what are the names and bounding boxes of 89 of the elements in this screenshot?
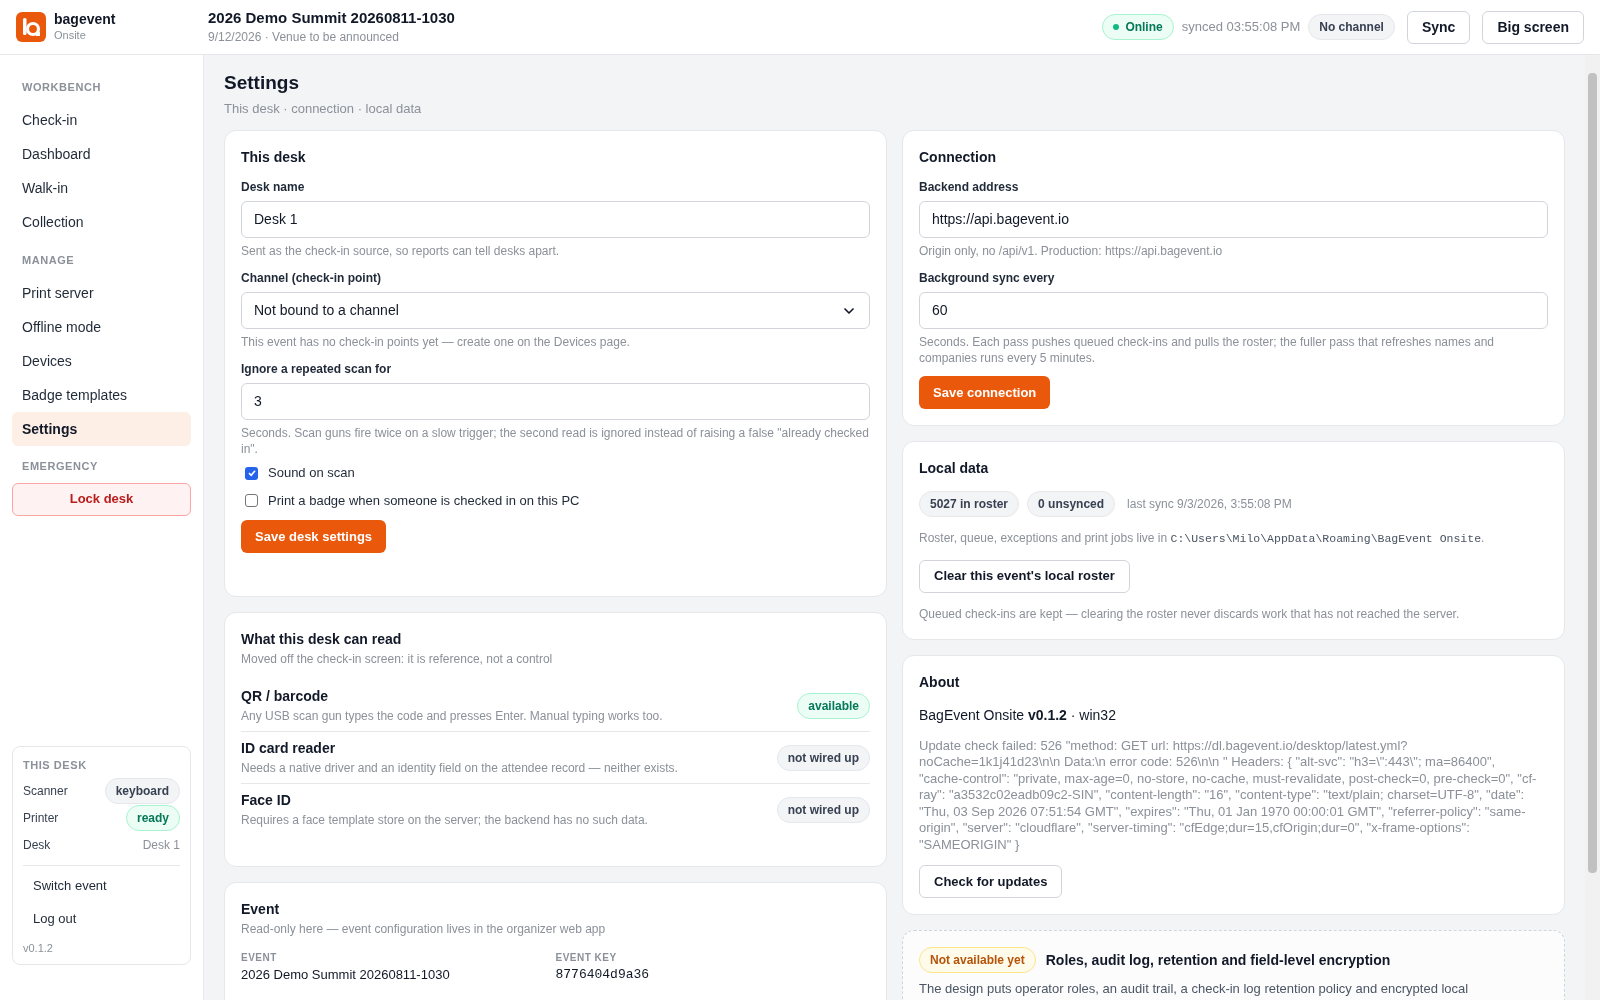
card-title: About — [919, 672, 961, 692]
text-field[interactable]: https://api.bagevent.io — [919, 201, 1548, 239]
logo-icon — [16, 12, 46, 42]
sidebar-item[interactable]: Settings — [12, 412, 191, 446]
checkbox-label: Sound on scan — [268, 464, 355, 483]
card-title: What this desk can read — [241, 630, 403, 650]
checkbox[interactable] — [245, 466, 258, 480]
field-hint: Seconds. Scan guns fire twice on a slow trigger; the second read is ignored instead of raising a false "already checked in". — [241, 425, 870, 458]
sidebar-item[interactable]: Badge templates — [12, 378, 191, 412]
status-badge: available — [797, 692, 870, 719]
field-label: Background sync every — [919, 270, 1056, 288]
update-error: Update check failed: 526 "method: GET url: https://dl.bagevent.io/desktop/latest.yml?noCache=1k1j41d23\n\n Data:\n error code: 526\n\n " Headers: { "alt-svc": "h3=\":443\"; ma=86400", "cache-control": "private, max-age=0, no-store, no-cache, must-revalidate, post-check=0, pre-check=0", "cf-ray": "a3532c02eadb09c2-SIN", "content-length": "16", "content-type": "text/plain; charset=UTF-8", "date": "Thu, 03 Sep 2026 07:51:54 GMT", "expires": "Thu, 01 Jan 1970 00:00:01 GMT", "referrer-policy": "same-origin", "server": "cloudflare", "server-timing": "cfEdge;dur=15,cfOrigin;dur=0", "x-frame-options": "SAMEORIGIN" } — [919, 737, 1538, 853]
save-connection-button[interactable]: Save connection — [919, 376, 1051, 410]
sync-time: synced 03:55:08 PM — [1181, 18, 1301, 37]
save-desk-button[interactable]: Save desk settings — [241, 520, 387, 554]
card-subtitle: Read-only here — event configuration lives in the organizer web app — [241, 921, 607, 939]
page-title: Settings — [224, 71, 300, 95]
online-badge: Online — [1102, 14, 1174, 40]
log-out-button[interactable]: Log out — [23, 902, 180, 936]
reader-description: Needs a native driver and an identity field on the attendee record — neither exists. — [241, 760, 678, 778]
desk-row-label: Desk — [23, 837, 51, 854]
last-sync: last sync 9/3/2026, 3:55:08 PM — [1127, 496, 1292, 514]
card-title: This desk — [241, 148, 307, 168]
sync-button[interactable]: Sync — [1406, 10, 1471, 44]
text-field[interactable]: Desk 1 — [241, 201, 870, 239]
switch-event-button[interactable]: Switch event — [23, 869, 180, 903]
status-badge: ready — [125, 805, 180, 831]
desk-row-label: Scanner — [23, 783, 68, 800]
reader-description: Requires a face template store on the server; the backend has no such data. — [241, 812, 648, 830]
field-hint: Sent as the check-in source, so reports can tell desks apart. — [241, 243, 561, 260]
desk-row-value: Desk 1 — [142, 837, 180, 854]
event-field-value: 2026 Demo Summit 20260811-1030 — [241, 966, 451, 985]
status-badge: keyboard — [104, 778, 180, 804]
field-hint: This event has no check-in points yet — create one on the Devices page. — [241, 334, 631, 351]
sidebar-heading: MANAGE — [21, 252, 76, 268]
lock-desk-button[interactable]: Lock desk — [12, 482, 191, 516]
field-hint: Origin only, no /api/v1. Production: https://api.bagevent.io — [919, 243, 1224, 260]
channel-select[interactable]: Not bound to a channel — [241, 292, 870, 330]
desk-row-label: Printer — [23, 810, 59, 827]
sidebar-item[interactable]: Dashboard — [12, 137, 191, 172]
field-label: Backend address — [919, 179, 1020, 197]
sidebar-item[interactable]: Print server — [12, 276, 191, 310]
event-field-value: 8776404d9a36 — [555, 966, 651, 985]
page-subtitle: This desk · connection · local data — [224, 99, 423, 118]
app-name: bagevent — [54, 11, 116, 29]
text-field[interactable]: 60 — [919, 292, 1548, 330]
sidebar-heading: EMERGENCY — [21, 459, 99, 474]
card-title: Connection — [919, 148, 997, 168]
count-badge: 0 unsynced — [1027, 491, 1116, 518]
checkbox-label: Print a badge when someone is checked in on this PC — [268, 491, 580, 510]
check-updates-button[interactable]: Check for updates — [919, 865, 1063, 898]
clear-roster-button[interactable]: Clear this event's local roster — [919, 559, 1130, 593]
event-subtitle: 9/12/2026 · Venue to be announced — [208, 29, 400, 45]
channel-badge: No channel — [1308, 14, 1395, 40]
sidebar-heading: WORKBENCH — [21, 80, 102, 95]
event-field-label: EVENT KEY — [555, 951, 618, 966]
count-badge: 5027 in roster — [919, 491, 1020, 518]
reader-description: Any USB scan gun types the code and presses Enter. Manual typing works too. — [241, 708, 663, 726]
event-field-label: EVENT — [241, 951, 278, 966]
card-title: Event — [241, 900, 281, 920]
checkbox[interactable] — [245, 494, 258, 507]
sidebar-item[interactable]: Check-in — [12, 103, 191, 138]
status-badge: not wired up — [776, 796, 870, 823]
version-label: v0.1.2 — [23, 940, 54, 956]
app-subtitle: Onsite — [54, 28, 87, 43]
reader-name: QR / barcode — [241, 687, 330, 707]
field-label: Channel (check-in point) — [241, 270, 382, 288]
roster-note: Queued check-ins are kept — clearing the roster never discards work that has not reached the server. — [919, 605, 1461, 623]
big-screen-button[interactable]: Big screen — [1482, 10, 1584, 44]
sidebar-item[interactable]: Collection — [12, 205, 191, 240]
text-field[interactable]: 3 — [241, 383, 870, 421]
card-title: Local data — [919, 459, 990, 479]
storage-note: Roster, queue, exceptions and print jobs live in C:\Users\Milo\AppData\Roaming\BagEvent Onsite. — [919, 530, 1486, 548]
status-badge: not wired up — [776, 744, 870, 771]
sidebar-item[interactable]: Offline mode — [12, 310, 191, 344]
field-label: Ignore a repeated scan for — [241, 361, 393, 379]
field-hint: Seconds. Each pass pushes queued check-ins and pulls the roster; the fuller pass that refreshes names and companies runs every 5 minutes. — [919, 334, 1495, 367]
sidebar-item[interactable]: Walk-in — [12, 171, 191, 206]
sidebar-item[interactable]: Devices — [12, 344, 191, 378]
event-title: 2026 Demo Summit 20260811-1030 — [208, 9, 455, 28]
field-label: Desk name — [241, 179, 306, 197]
reader-name: ID card reader — [241, 739, 337, 759]
panel-heading: THIS DESK — [23, 758, 88, 773]
roadmap-title: Roles, audit log, retention and field-level encryption — [1045, 950, 1391, 970]
version-line: BagEvent Onsite v0.1.2 · win32 — [919, 705, 1117, 725]
roadmap-text: The design puts operator roles, an audit trail, a check-in log retention policy and encrypted local — [919, 980, 1470, 998]
reader-name: Face ID — [241, 791, 292, 811]
availability-badge: Not available yet — [919, 947, 1036, 973]
card-subtitle: Moved off the check-in screen: it is reference, not a control — [241, 651, 554, 669]
